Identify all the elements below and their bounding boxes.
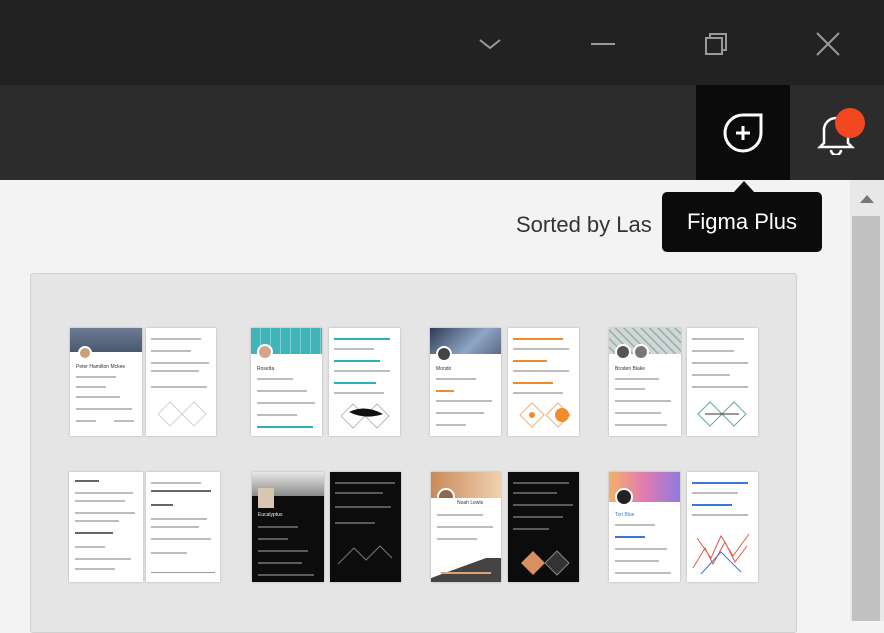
chevron-graphic [337, 545, 393, 565]
template-card-detail[interactable] [687, 328, 758, 436]
diamond-graphic [697, 401, 747, 427]
plus-leaf-icon [723, 113, 763, 152]
notifications-button[interactable] [796, 85, 876, 180]
template-card-cover[interactable]: Eucalyptus [252, 472, 324, 582]
diamond-graphic [519, 402, 571, 428]
template-card-detail[interactable] [687, 472, 758, 582]
notification-badge [835, 108, 865, 138]
template-card-cover[interactable]: Noah Lewis [431, 472, 501, 582]
scribble-graphic [692, 533, 750, 575]
minimize-icon[interactable] [573, 20, 633, 68]
diamond-graphic [521, 550, 570, 576]
diamond-graphic [157, 401, 207, 427]
scroll-up-arrow-icon[interactable] [850, 188, 884, 210]
template-card-detail[interactable] [146, 328, 216, 436]
template-card-detail[interactable] [508, 472, 579, 582]
scrollbar-thumb[interactable] [852, 216, 880, 621]
template-card-cover[interactable]: Peter Hamilton Mckee [70, 328, 142, 436]
diamond-graphic [340, 403, 390, 429]
template-card-cover[interactable]: Mondo [430, 328, 501, 436]
template-card-detail[interactable] [329, 328, 400, 436]
window-titlebar [0, 0, 884, 85]
template-card-detail[interactable] [330, 472, 401, 582]
figma-plus-button[interactable] [696, 85, 790, 180]
template-card-cover[interactable]: Rosetta [251, 328, 322, 436]
template-card-detail[interactable] [146, 472, 220, 582]
template-card-cover[interactable]: Tori Blue [609, 472, 680, 582]
close-icon[interactable] [798, 20, 858, 68]
app-toolbar [0, 85, 884, 180]
sort-label[interactable]: Sorted by Las [516, 212, 652, 238]
chevron-down-icon[interactable] [460, 20, 520, 68]
restore-icon[interactable] [686, 20, 746, 68]
template-card-detail[interactable] [508, 328, 579, 436]
template-card-cover[interactable]: Broden Blake [609, 328, 681, 436]
figma-plus-tooltip: Figma Plus [662, 192, 822, 252]
template-card-cover[interactable] [69, 472, 143, 582]
